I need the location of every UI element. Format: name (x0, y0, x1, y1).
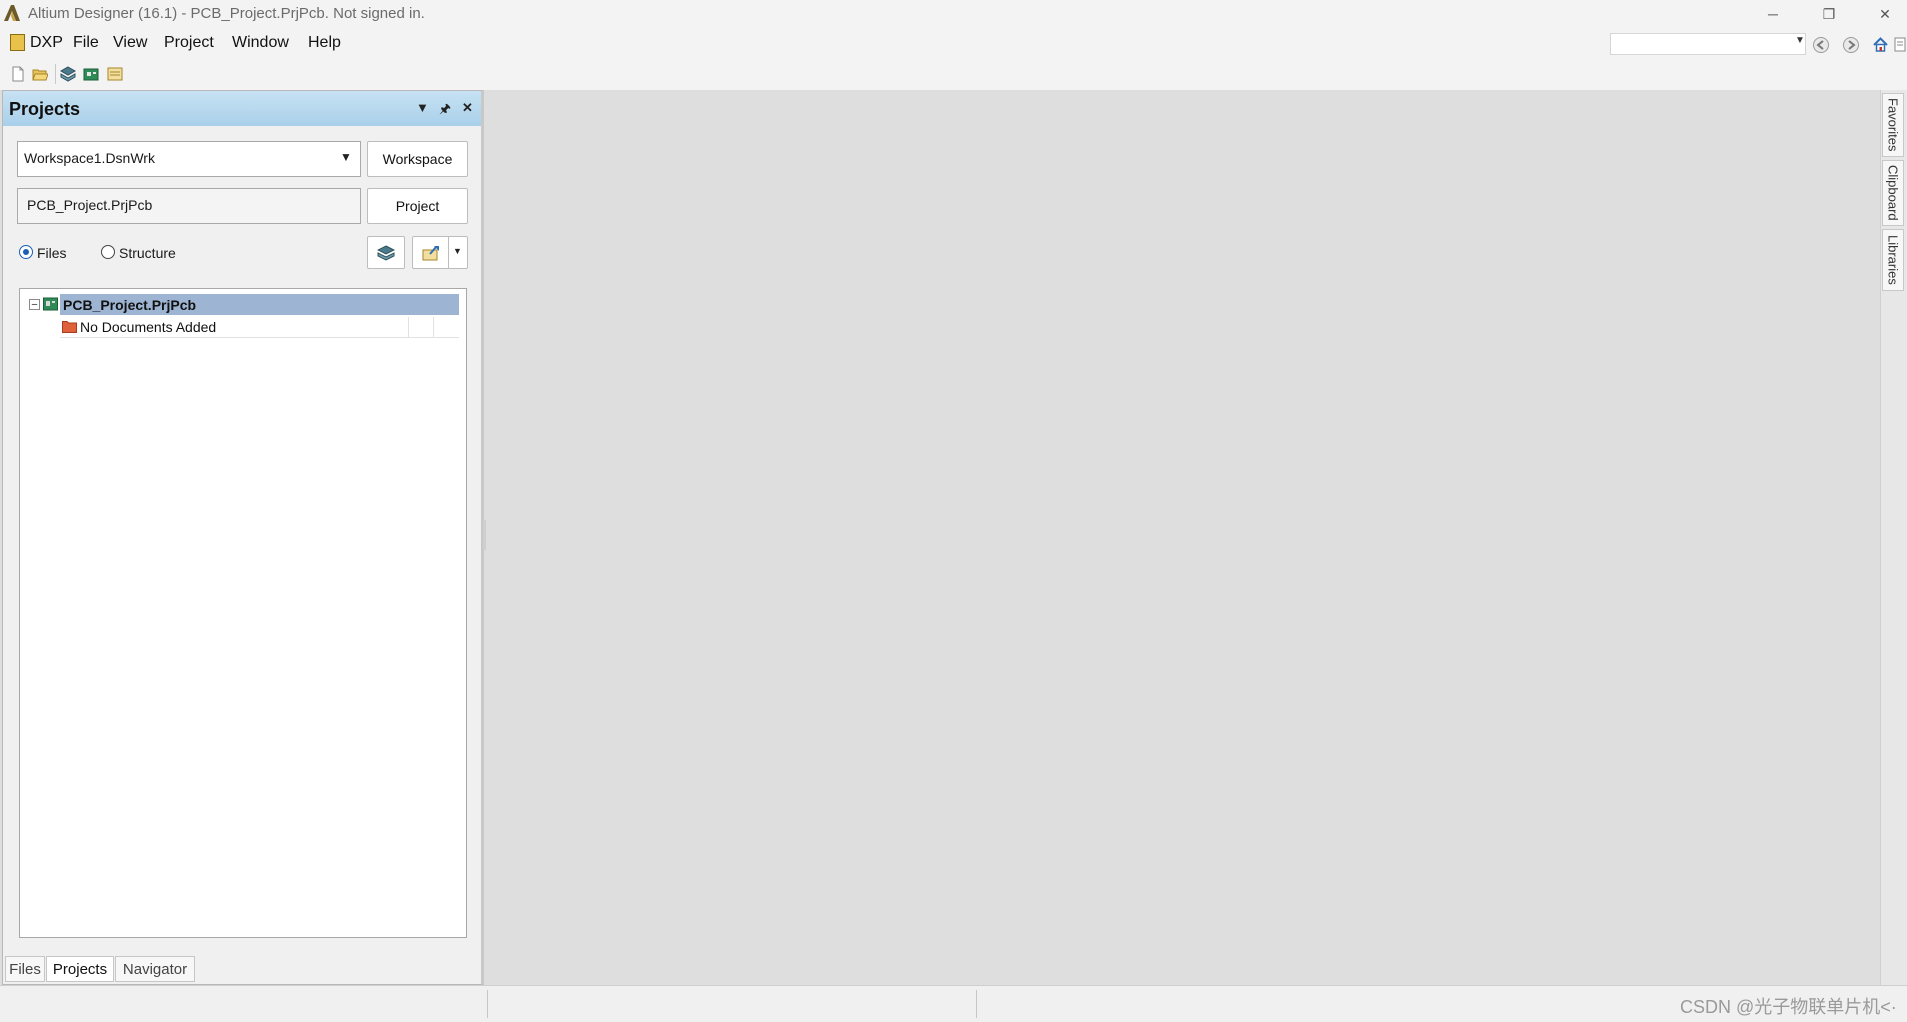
minimize-button[interactable]: ─ (1745, 0, 1801, 28)
forward-icon[interactable] (1842, 36, 1860, 54)
new-document-icon[interactable] (10, 66, 26, 82)
toolbar (0, 60, 1907, 90)
tree-column-divider (408, 317, 409, 338)
tab-libraries[interactable]: Libraries (1882, 229, 1904, 291)
home-icon[interactable] (1872, 36, 1889, 53)
window-title: Altium Designer (16.1) - PCB_Project.Prj… (28, 5, 425, 22)
panel-splitter[interactable] (483, 520, 486, 550)
folder-icon (62, 321, 77, 333)
pcb-project-icon[interactable] (83, 66, 99, 82)
dxp-icon (10, 34, 25, 51)
panel-menu-icon[interactable]: ▼ (416, 100, 429, 115)
address-dropdown-icon[interactable]: ▼ (1795, 35, 1805, 46)
compile-icon (377, 244, 395, 261)
close-window-button[interactable]: ✕ (1857, 0, 1907, 28)
minimize-icon: ─ (1768, 6, 1778, 22)
menu-view[interactable]: View (113, 34, 147, 52)
toolbar-separator (55, 64, 56, 84)
restore-icon: ❐ (1822, 5, 1836, 22)
files-radio[interactable] (19, 245, 33, 259)
pcb-project-tree-icon (43, 297, 58, 311)
restore-button[interactable]: ❐ (1801, 0, 1857, 28)
menu-window[interactable]: Window (232, 34, 289, 52)
address-combo[interactable] (1610, 33, 1806, 55)
status-bar (0, 985, 1907, 1022)
tab-navigator[interactable]: Navigator (115, 956, 195, 982)
workspace-button[interactable]: Workspace (367, 141, 468, 177)
options-icon[interactable] (1894, 37, 1906, 52)
chevron-down-icon[interactable]: ▼ (340, 150, 352, 164)
open-project-icon[interactable] (60, 66, 76, 82)
tab-files[interactable]: Files (5, 956, 45, 982)
project-button[interactable]: Project (367, 188, 468, 224)
panel-title: Projects (9, 99, 81, 119)
tree-column-divider (433, 317, 434, 338)
tab-projects[interactable]: Projects (46, 956, 114, 982)
tab-clipboard[interactable]: Clipboard (1882, 160, 1904, 226)
menu-project[interactable]: Project (164, 34, 214, 52)
status-separator (976, 990, 977, 1018)
tree-item-empty[interactable]: No Documents Added (80, 319, 216, 335)
project-tree[interactable] (19, 288, 467, 938)
project-options-icon (422, 245, 439, 260)
structure-radio-label[interactable]: Structure (119, 245, 176, 261)
split-divider (448, 236, 449, 269)
compile-button[interactable] (367, 236, 405, 269)
collapse-icon[interactable]: − (29, 299, 40, 310)
menu-file[interactable]: File (73, 34, 99, 52)
document-list-icon[interactable] (107, 66, 123, 82)
tree-item-project[interactable]: PCB_Project.PrjPcb (63, 297, 196, 313)
split-dropdown-icon[interactable]: ▼ (453, 246, 462, 256)
files-radio-label[interactable]: Files (37, 245, 67, 261)
structure-radio[interactable] (101, 245, 115, 259)
pin-icon[interactable]: 🖈 (439, 100, 451, 122)
panel-close-icon[interactable]: ✕ (462, 100, 473, 116)
altium-logo-icon (4, 5, 20, 21)
status-separator (487, 990, 488, 1018)
project-field-value: PCB_Project.PrjPcb (27, 197, 153, 213)
workspace-combo-value: Workspace1.DsnWrk (24, 150, 155, 166)
close-icon: ✕ (1879, 5, 1891, 22)
back-icon[interactable] (1812, 36, 1830, 54)
menu-help[interactable]: Help (308, 34, 341, 52)
open-folder-icon[interactable] (32, 66, 48, 82)
menu-dxp[interactable]: DXP (30, 34, 63, 52)
watermark-text: CSDN @光子物联单片机<· (1680, 997, 1897, 1017)
tab-favorites[interactable]: Favorites (1882, 93, 1904, 157)
